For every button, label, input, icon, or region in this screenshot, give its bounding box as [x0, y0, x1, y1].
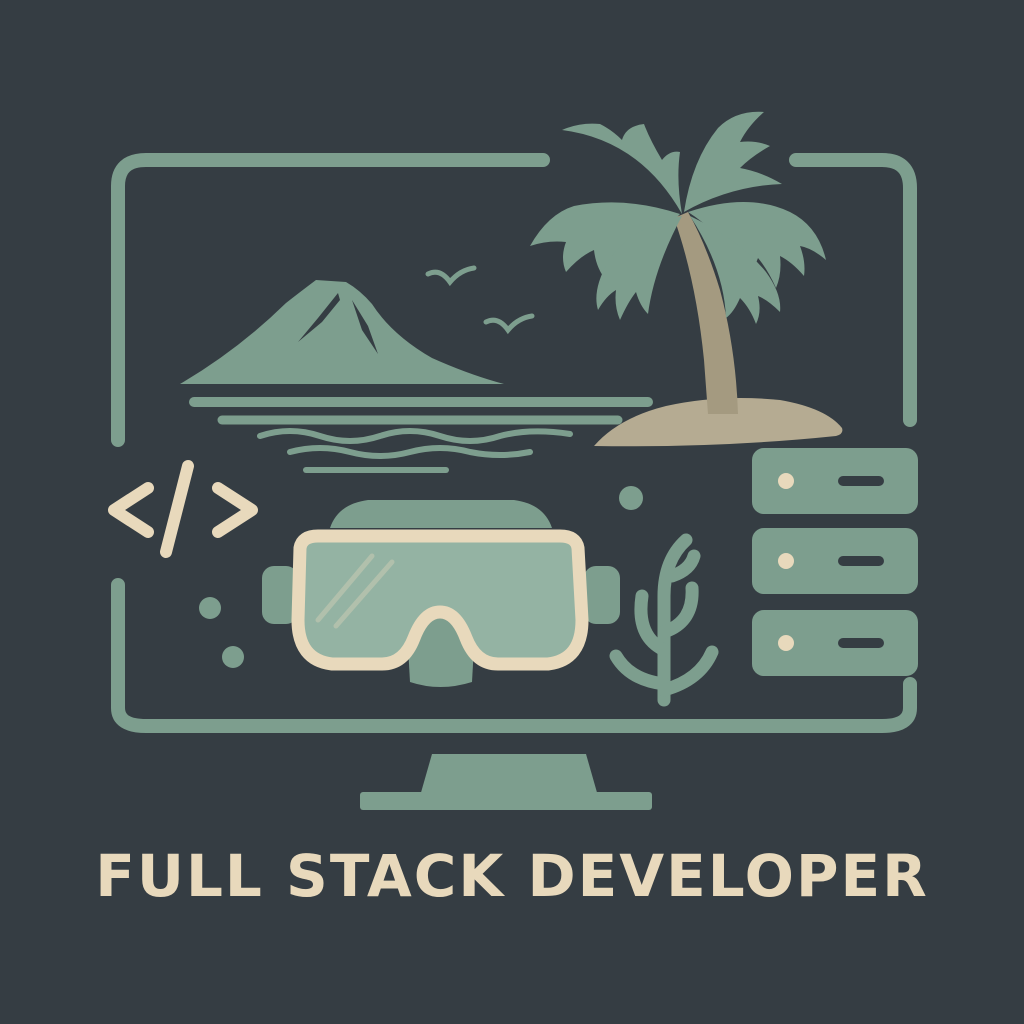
- monitor-stand: [360, 754, 652, 810]
- volcano-island-icon: [180, 280, 504, 384]
- diving-mask-icon: [262, 500, 620, 687]
- bubble-3: [222, 646, 244, 668]
- bracket-right: [212, 482, 258, 538]
- bubble-1: [619, 486, 643, 510]
- frond-top-right: [684, 111, 782, 212]
- mask-strap-right: [584, 566, 620, 624]
- mask-strap-top: [330, 500, 552, 528]
- server-led: [778, 635, 794, 651]
- coral-branch-right-low: [657, 645, 719, 697]
- server-unit: [752, 448, 918, 514]
- code-brackets-icon: [108, 460, 258, 558]
- monitor-stand-base: [360, 792, 652, 810]
- volcano-mountain: [180, 280, 504, 384]
- server-unit: [752, 610, 918, 676]
- page-title: FULL STACK DEVELOPER: [95, 842, 929, 910]
- server-unit-body: [752, 610, 918, 676]
- palm-fronds: [530, 111, 826, 324]
- server-slot: [838, 638, 884, 648]
- frond-top-left: [562, 123, 682, 214]
- server-unit-body: [752, 528, 918, 594]
- bracket-slash: [160, 460, 194, 558]
- server-unit-body: [752, 448, 918, 514]
- server-unit: [752, 528, 918, 594]
- bubble-2: [199, 597, 221, 619]
- server-slot: [838, 556, 884, 566]
- seagull-2: [483, 313, 535, 335]
- bracket-left: [108, 482, 154, 538]
- seagull-icon: [425, 265, 535, 335]
- coral-branch-left-low: [609, 649, 671, 691]
- monitor-frame-top-right: [789, 153, 917, 427]
- server-led: [778, 553, 794, 569]
- coral-icon: [609, 533, 719, 707]
- seagull-1: [425, 265, 477, 287]
- wave-line-3: [257, 428, 573, 444]
- server-slot: [838, 476, 884, 486]
- server-led: [778, 473, 794, 489]
- wave-line-4: [287, 445, 533, 459]
- ocean-waves-icon: [189, 397, 653, 473]
- server-rack-icon: [752, 448, 918, 676]
- monitor-stand-neck: [420, 754, 598, 796]
